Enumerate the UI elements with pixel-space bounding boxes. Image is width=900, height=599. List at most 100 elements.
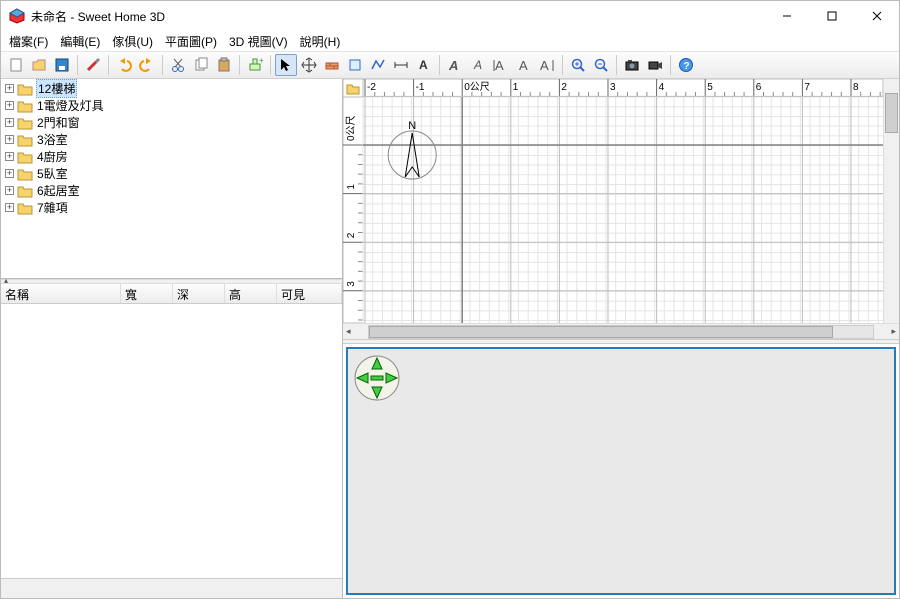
open-icon[interactable] [28,54,50,76]
expand-icon[interactable]: + [5,84,14,93]
catalog-category[interactable]: +5臥室 [3,165,342,182]
col-name[interactable]: 名稱 [1,284,121,303]
svg-text:3: 3 [346,281,357,287]
maximize-button[interactable] [809,1,854,31]
svg-text:2: 2 [561,82,567,93]
plan-view[interactable]: -2-10公尺123456780公尺123N [343,79,899,323]
pan-icon[interactable] [298,54,320,76]
svg-text:0公尺: 0公尺 [345,115,357,141]
category-label: 3浴室 [36,131,68,148]
left-splitter[interactable] [1,279,342,284]
text-align-left-icon[interactable]: A [490,54,512,76]
expand-icon[interactable]: + [5,169,14,178]
minimize-button[interactable] [764,1,809,31]
menu-file[interactable]: 檔案(F) [5,32,52,51]
right-pane: -2-10公尺123456780公尺123N ◂ ▸ [343,79,899,598]
close-button[interactable] [854,1,899,31]
main-body: +12樓梯+1電燈及灯具+2門和窗+3浴室+4廚房+5臥室+6起居室+7雜項 名… [1,79,899,598]
catalog-category[interactable]: +1電燈及灯具 [3,97,342,114]
new-icon[interactable] [5,54,27,76]
col-depth[interactable]: 深 [173,284,225,303]
svg-text:0公尺: 0公尺 [464,81,490,93]
catalog-category[interactable]: +3浴室 [3,131,342,148]
folder-icon [17,133,33,147]
create-rooms-icon[interactable] [344,54,366,76]
svg-text:A: A [519,58,528,73]
menu-plan[interactable]: 平面圖(P) [161,32,221,51]
3d-nav-control[interactable] [354,355,400,401]
furniture-catalog-tree[interactable]: +12樓梯+1電燈及灯具+2門和窗+3浴室+4廚房+5臥室+6起居室+7雜項 [1,79,342,279]
undo-icon[interactable] [113,54,135,76]
folder-icon [17,116,33,130]
catalog-category[interactable]: +6起居室 [3,182,342,199]
svg-text:A: A [540,58,549,73]
select-icon[interactable] [275,54,297,76]
category-label: 7雜項 [36,199,68,216]
svg-text:A: A [419,58,428,72]
furniture-table[interactable] [1,304,342,578]
svg-text:3: 3 [610,82,616,93]
zoom-in-icon[interactable] [567,54,589,76]
redo-icon[interactable] [136,54,158,76]
menu-edit[interactable]: 編輯(E) [56,32,104,51]
category-label: 1電燈及灯具 [36,97,104,114]
svg-text:1: 1 [513,82,519,93]
svg-text:A: A [495,58,504,73]
create-video-icon[interactable] [644,54,666,76]
svg-text:7: 7 [804,82,810,93]
text-bold-icon[interactable]: A [444,54,466,76]
toolbar: +AAAAAA? [1,51,899,79]
folder-icon [17,167,33,181]
3d-view[interactable] [346,347,896,595]
paste-icon[interactable] [213,54,235,76]
svg-text:2: 2 [346,232,357,238]
expand-icon[interactable]: + [5,118,14,127]
category-label: 12樓梯 [36,79,77,98]
cut-icon[interactable] [167,54,189,76]
menu-3dview[interactable]: 3D 視圖(V) [225,32,292,51]
col-width[interactable]: 寬 [121,284,173,303]
category-label: 5臥室 [36,165,68,182]
plan-scrollbar-horizontal[interactable]: ◂ ▸ [343,323,899,339]
text-align-center-icon[interactable]: A [513,54,535,76]
expand-icon[interactable]: + [5,101,14,110]
title-bar: 未命名 - Sweet Home 3D [1,1,899,31]
text-align-right-icon[interactable]: A [536,54,558,76]
right-splitter[interactable] [343,339,899,344]
text-italic-icon[interactable]: A [467,54,489,76]
catalog-category[interactable]: +7雜項 [3,199,342,216]
svg-text:-1: -1 [416,82,425,93]
help-icon[interactable]: ? [675,54,697,76]
window-title: 未命名 - Sweet Home 3D [31,8,764,25]
col-height[interactable]: 高 [225,284,277,303]
plan-scrollbar-vertical[interactable] [883,79,899,323]
menu-help[interactable]: 說明(H) [296,32,345,51]
catalog-category[interactable]: +12樓梯 [3,80,342,97]
svg-text:4: 4 [659,82,665,93]
expand-icon[interactable]: + [5,203,14,212]
zoom-out-icon[interactable] [590,54,612,76]
left-pane: +12樓梯+1電燈及灯具+2門和窗+3浴室+4廚房+5臥室+6起居室+7雜項 名… [1,79,343,598]
furniture-table-header: 名稱 寬 深 高 可見 [1,284,342,304]
copy-icon[interactable] [190,54,212,76]
svg-text:6: 6 [756,82,762,93]
col-visible[interactable]: 可見 [277,284,342,303]
create-dimensions-icon[interactable] [390,54,412,76]
create-polylines-icon[interactable] [367,54,389,76]
add-furniture-icon[interactable]: + [244,54,266,76]
preferences-icon[interactable] [82,54,104,76]
expand-icon[interactable]: + [5,152,14,161]
save-icon[interactable] [51,54,73,76]
catalog-category[interactable]: +2門和窗 [3,114,342,131]
take-photo-icon[interactable] [621,54,643,76]
menu-furniture[interactable]: 傢俱(U) [108,32,157,51]
expand-icon[interactable]: + [5,186,14,195]
create-walls-icon[interactable] [321,54,343,76]
svg-text:A: A [448,58,458,73]
svg-text:A: A [473,58,482,72]
svg-text:-2: -2 [367,82,376,93]
create-text-icon[interactable]: A [413,54,435,76]
svg-text:1: 1 [346,184,357,190]
catalog-category[interactable]: +4廚房 [3,148,342,165]
expand-icon[interactable]: + [5,135,14,144]
